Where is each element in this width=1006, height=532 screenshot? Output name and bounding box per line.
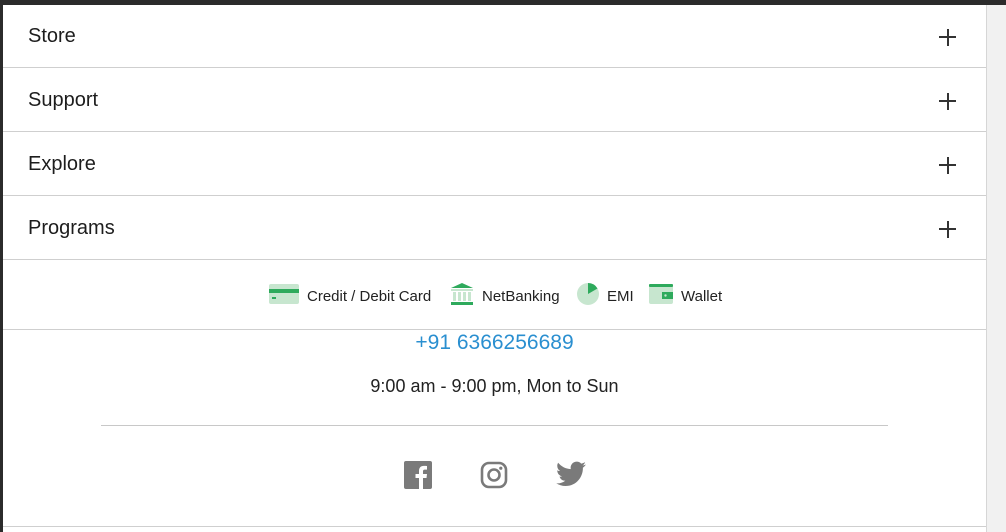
- divider: [101, 425, 888, 426]
- accordion-store[interactable]: Store: [3, 5, 986, 68]
- accordion-explore[interactable]: Explore: [3, 133, 986, 196]
- bottom-divider: [3, 526, 986, 527]
- payment-label: Credit / Debit Card: [307, 288, 432, 305]
- accordion-label-explore: Explore: [28, 153, 96, 175]
- footer-panel: Store Support Explore Programs Credit / …: [3, 5, 987, 532]
- payment-emi: EMI: [577, 263, 634, 330]
- accordion-support[interactable]: Support: [3, 69, 986, 132]
- wallet-icon: [649, 284, 673, 309]
- accordion-label-programs: Programs: [28, 217, 115, 239]
- accordion-label-store: Store: [28, 25, 76, 47]
- viewport: Store Support Explore Programs Credit / …: [0, 0, 1006, 532]
- plus-icon[interactable]: [939, 93, 956, 110]
- pie-chart-icon: [577, 283, 599, 310]
- accordion-programs[interactable]: Programs: [3, 197, 986, 260]
- twitter-icon[interactable]: [556, 461, 586, 491]
- instagram-icon[interactable]: [480, 461, 510, 491]
- phone-link[interactable]: +91 6366256689: [3, 331, 986, 355]
- payment-label: NetBanking: [482, 288, 560, 305]
- payment-netbanking: NetBanking: [450, 263, 560, 330]
- plus-icon[interactable]: [939, 221, 956, 238]
- payment-methods: Credit / Debit Card NetBanking EMI Walle…: [3, 263, 986, 330]
- payment-wallet: Wallet: [649, 263, 722, 330]
- accordion-label-support: Support: [28, 89, 99, 111]
- scrollbar-gutter[interactable]: [987, 5, 1006, 532]
- payment-label: EMI: [607, 288, 634, 305]
- facebook-icon[interactable]: [404, 461, 434, 491]
- payment-credit-debit-card: Credit / Debit Card: [269, 263, 431, 330]
- plus-icon[interactable]: [939, 29, 956, 46]
- bank-icon: [450, 282, 474, 311]
- credit-card-icon: [269, 284, 299, 309]
- support-hours: 9:00 am - 9:00 pm, Mon to Sun: [370, 376, 619, 396]
- plus-icon[interactable]: [939, 157, 956, 174]
- payment-label: Wallet: [681, 288, 723, 305]
